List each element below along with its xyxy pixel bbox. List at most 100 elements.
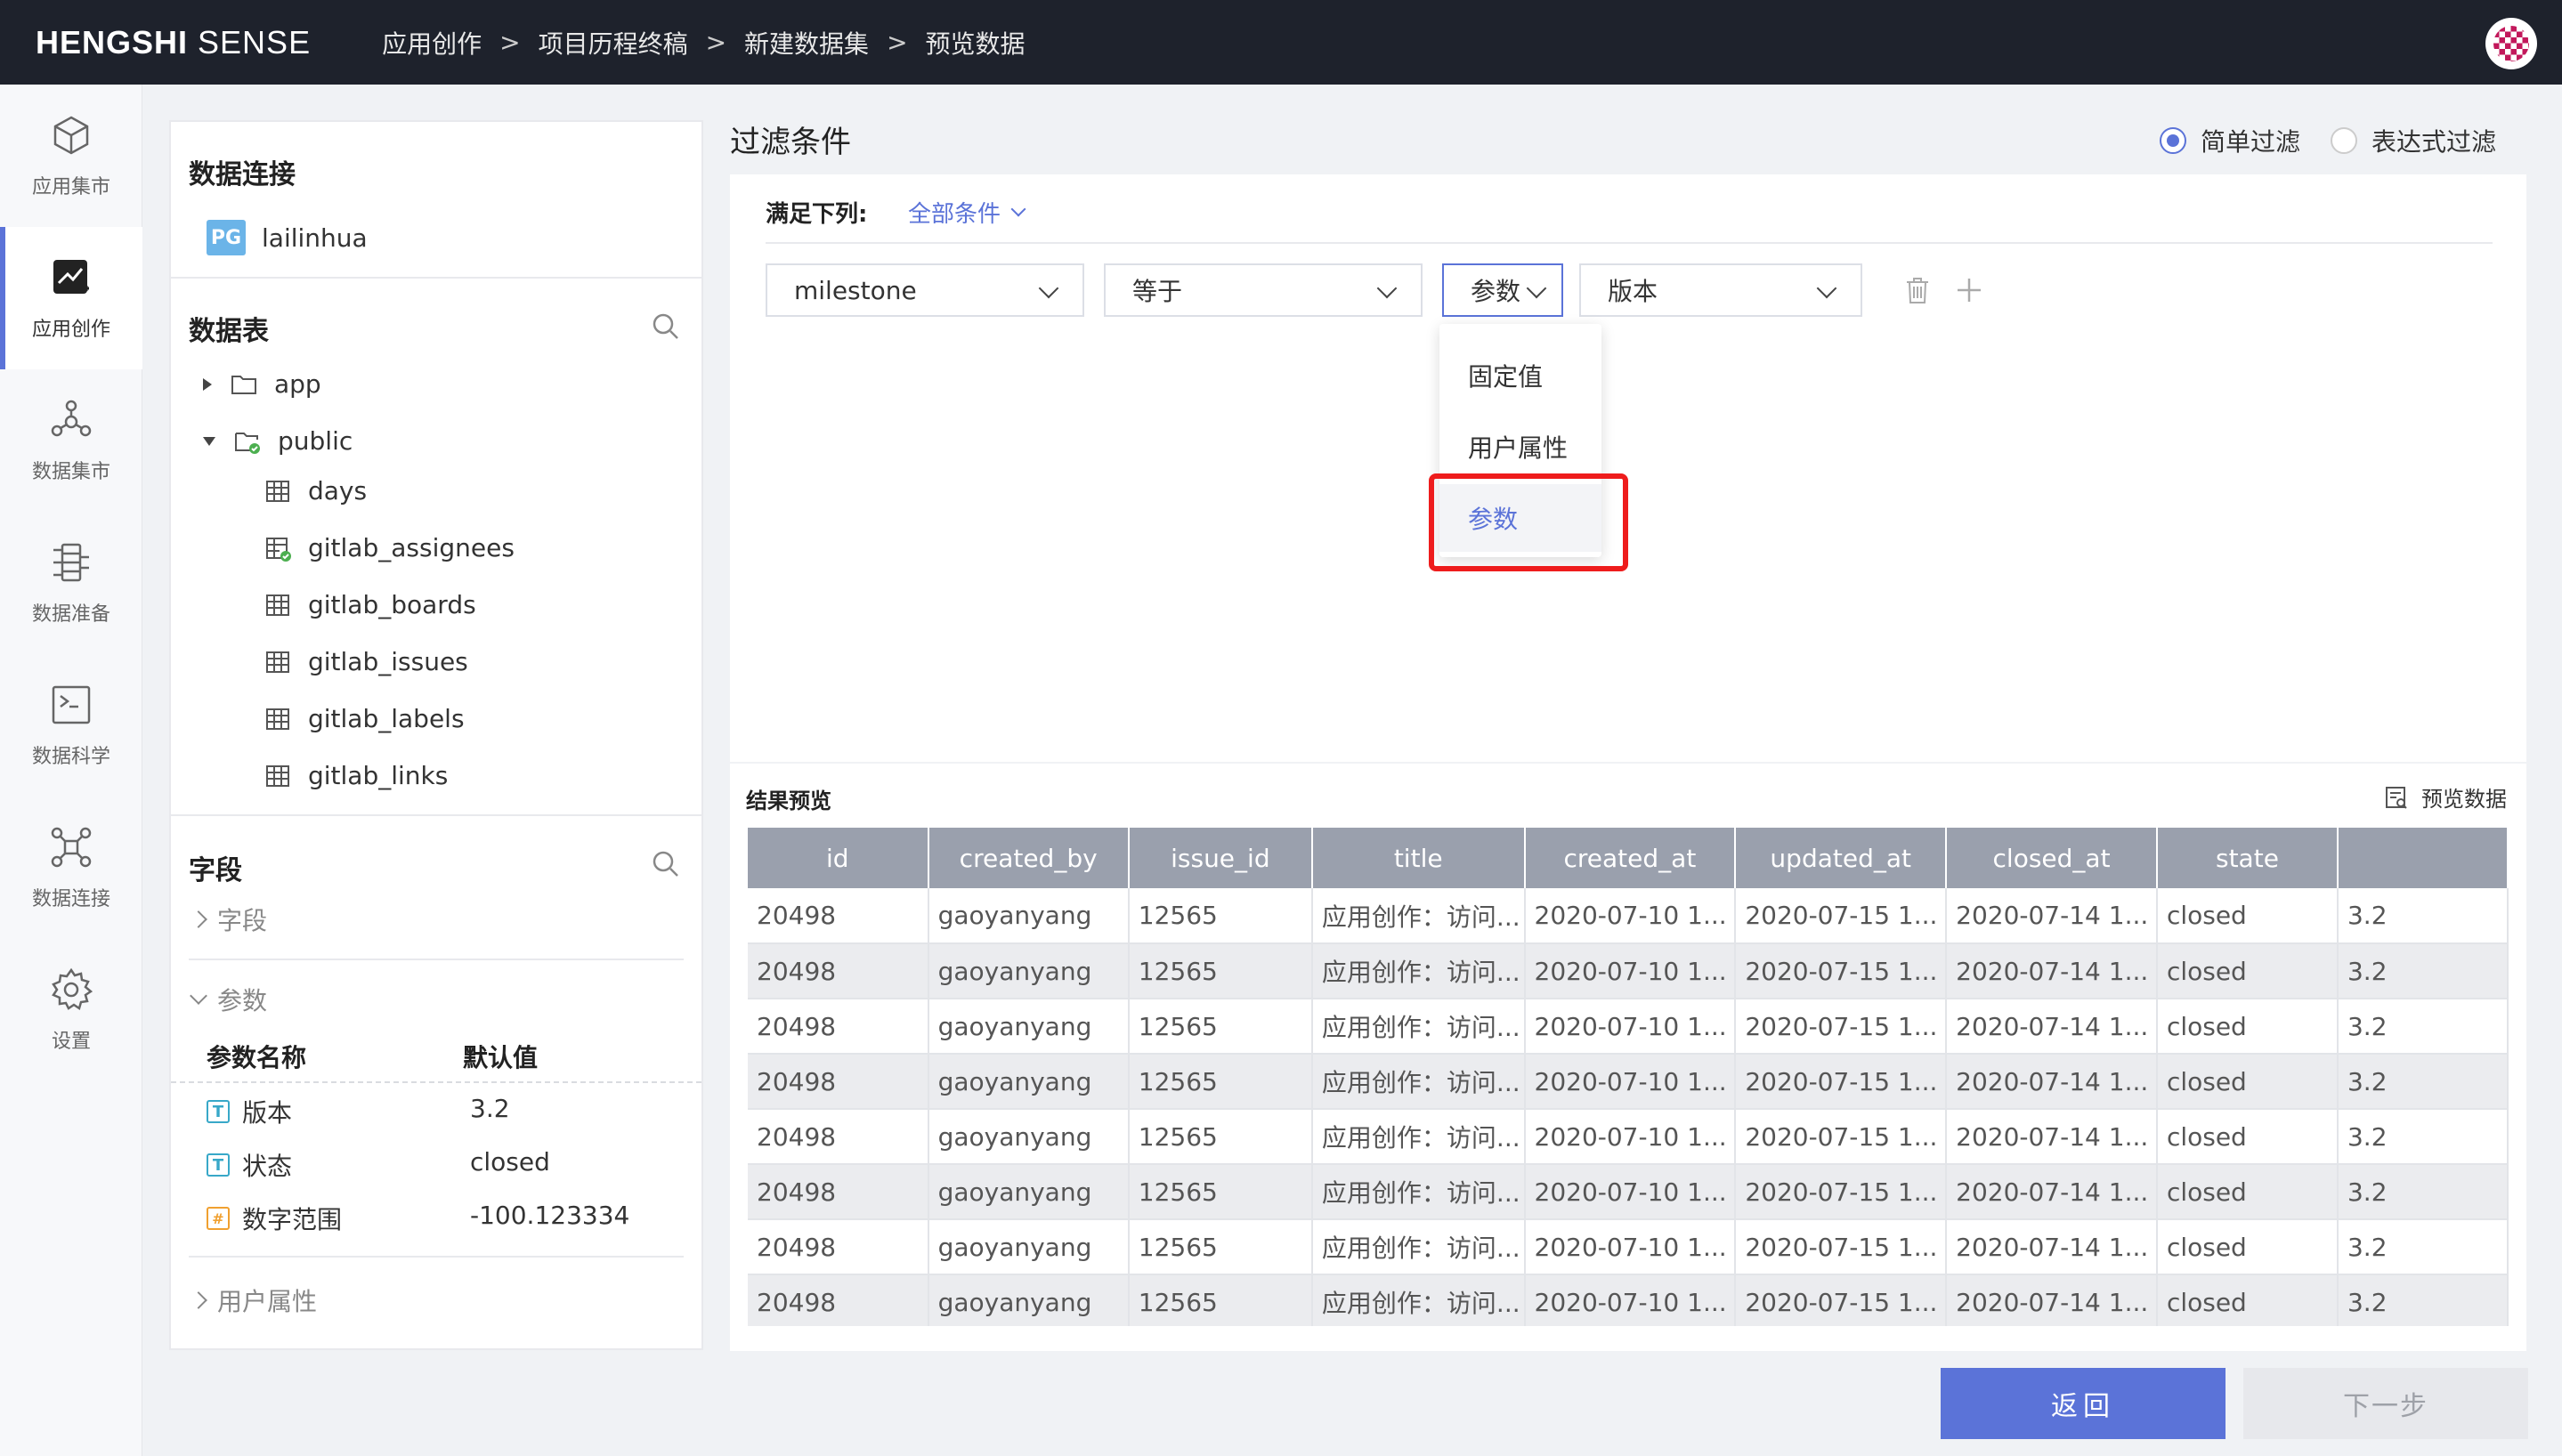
next-button[interactable]: 下一步 xyxy=(2243,1368,2528,1439)
radio-simple-filter[interactable]: 简单过滤 xyxy=(2160,123,2300,158)
search-icon[interactable] xyxy=(652,312,680,341)
breadcrumb-item[interactable]: 应用创作 xyxy=(382,25,482,61)
param-row[interactable]: T 状态 xyxy=(207,1147,292,1183)
preview-data-button[interactable]: 预览数据 xyxy=(2384,781,2507,813)
param-row[interactable]: T 版本 xyxy=(207,1094,292,1129)
column-header[interactable]: state xyxy=(2156,828,2339,888)
fields-title: 字段 xyxy=(189,855,242,886)
nav-label: 数据科学 xyxy=(31,746,110,768)
column-header[interactable]: title xyxy=(1311,828,1526,888)
result-table-viewport[interactable]: id created_by issue_id title created_at … xyxy=(748,828,2509,1326)
table-row[interactable]: 20498 gaoyanyang 12565 应用创作：访问... 2020-07-10… xyxy=(748,1109,2509,1165)
table-row[interactable]: 20498 gaoyanyang 12565 应用创作：访问... 2020-07-10… xyxy=(748,999,2509,1055)
table-cell: 2020-07-14 1... xyxy=(1946,999,2158,1055)
nav-app-market[interactable]: 应用集市 xyxy=(0,85,142,227)
tree-table-item[interactable]: gitlab_issues xyxy=(263,647,468,676)
avatar-pattern-icon xyxy=(2493,26,2529,61)
table-row[interactable]: 20498 gaoyanyang 12565 应用创作：访问... 2020-07-10… xyxy=(748,1274,2509,1326)
table-cell: 12565 xyxy=(1128,1164,1313,1220)
tree-label: gitlab_boards xyxy=(308,590,476,619)
table-row[interactable]: 20498 gaoyanyang 12565 应用创作：访问... 2020-07-10… xyxy=(748,1054,2509,1110)
tree-folder-public[interactable]: public xyxy=(203,426,353,456)
search-icon[interactable] xyxy=(652,850,680,878)
caret-down-icon[interactable] xyxy=(203,436,215,446)
table-cell: 2020-07-14 1... xyxy=(1946,888,2158,944)
table-cell: closed xyxy=(2156,1164,2339,1220)
avatar[interactable] xyxy=(2485,18,2537,69)
table-cell: 12565 xyxy=(1128,1054,1313,1110)
tree-folder-app[interactable]: app xyxy=(203,369,321,399)
breadcrumb-separator: > xyxy=(705,28,727,57)
table-cell: 2020-07-10 1... xyxy=(1524,1274,1737,1326)
satisfy-select[interactable]: 全部条件 xyxy=(908,196,1036,229)
radio-expression-filter[interactable]: 表达式过滤 xyxy=(2331,123,2496,158)
param-row[interactable]: # 数字范围 xyxy=(207,1201,342,1236)
operator-select[interactable]: 等于 xyxy=(1104,263,1423,317)
table-cell: 2020-07-15 1... xyxy=(1735,1164,1948,1220)
filter-card: 满足下列: 全部条件 xyxy=(730,174,2526,762)
table-cell: 2020-07-15 1... xyxy=(1735,888,1948,944)
table-row[interactable]: 20498 gaoyanyang 12565 应用创作：访问... 2020-07-10… xyxy=(748,1219,2509,1275)
nav-app-create[interactable]: 应用创作 xyxy=(0,227,142,369)
tree-table-item[interactable]: gitlab_boards xyxy=(263,590,476,619)
tree-table-item[interactable]: gitlab_labels xyxy=(263,704,465,733)
user-attr-section-toggle[interactable]: 用户属性 xyxy=(190,1282,317,1318)
field-select[interactable]: milestone xyxy=(766,263,1084,317)
nav-data-prep[interactable]: 数据准备 xyxy=(0,512,142,654)
value-select[interactable]: 版本 xyxy=(1579,263,1862,317)
column-header[interactable]: created_by xyxy=(928,828,1130,888)
result-title: 结果预览 xyxy=(746,789,831,813)
column-header[interactable]: created_at xyxy=(1524,828,1737,888)
column-header[interactable]: issue_id xyxy=(1128,828,1313,888)
table-cell: gaoyanyang xyxy=(928,1164,1130,1220)
brand-logo[interactable]: HENGSHI SENSE xyxy=(36,24,311,61)
fields-section-toggle[interactable]: 字段 xyxy=(190,902,267,937)
radio-checked-icon[interactable] xyxy=(2160,127,2186,154)
connection-item[interactable]: PG lailinhua xyxy=(207,220,368,255)
number-type-icon: # xyxy=(207,1207,230,1230)
nav-data-science[interactable]: 数据科学 xyxy=(0,654,142,797)
table-cell: 20498 xyxy=(748,1109,929,1165)
table-row[interactable]: 20498 gaoyanyang 12565 应用创作：访问... 2020-07-10… xyxy=(748,888,2509,944)
caret-right-icon[interactable] xyxy=(203,377,212,391)
dropdown-option-user-attr[interactable]: 用户属性 xyxy=(1439,413,1601,481)
radio-unchecked-icon[interactable] xyxy=(2331,127,2357,154)
back-button[interactable]: 返回 xyxy=(1941,1368,2226,1439)
table-cell: 2020-07-14 1... xyxy=(1946,1109,2158,1165)
tree-table-item[interactable]: gitlab_links xyxy=(263,761,448,790)
plus-icon[interactable] xyxy=(1955,276,1983,304)
breadcrumb-item[interactable]: 新建数据集 xyxy=(744,25,869,61)
table-cell: 3.2 xyxy=(2337,943,2509,999)
tree-table-item[interactable]: days xyxy=(263,476,367,506)
table-row[interactable]: 20498 gaoyanyang 12565 应用创作：访问... 2020-07-10… xyxy=(748,1164,2509,1220)
table-checked-icon xyxy=(266,537,291,562)
breadcrumb-item[interactable]: 项目历程终稿 xyxy=(539,25,688,61)
tree-table-item[interactable]: gitlab_assignees xyxy=(263,533,515,562)
params-section-toggle[interactable]: 参数 xyxy=(190,982,268,1017)
nav-data-market[interactable]: 数据集市 xyxy=(0,369,142,512)
table-row[interactable]: 20498 gaoyanyang 12565 应用创作：访问... 2020-07-10… xyxy=(748,943,2509,999)
table-cell: 12565 xyxy=(1128,888,1313,944)
breadcrumb-separator: > xyxy=(499,28,521,57)
column-header[interactable]: closed_at xyxy=(1946,828,2158,888)
trash-icon[interactable] xyxy=(1901,274,1934,306)
table-icon xyxy=(266,764,289,787)
select-value: 参数 xyxy=(1471,277,1521,306)
dropdown-option-fixed[interactable]: 固定值 xyxy=(1439,342,1601,409)
table-cell: gaoyanyang xyxy=(928,999,1130,1055)
column-header[interactable]: id xyxy=(748,828,929,888)
table-cell: 2020-07-10 1... xyxy=(1524,943,1737,999)
column-header[interactable] xyxy=(2337,828,2509,888)
section-label: 参数 xyxy=(217,986,268,1015)
folder-open-icon xyxy=(235,432,260,454)
table-cell: closed xyxy=(2156,1109,2339,1165)
nav-settings[interactable]: 设置 xyxy=(0,939,142,1081)
top-bar: HENGSHI SENSE 应用创作 > 项目历程终稿 > 新建数据集 > 预览… xyxy=(0,0,2562,85)
param-col-default: 默认值 xyxy=(463,1043,539,1072)
value-type-select[interactable]: 参数 xyxy=(1442,263,1563,317)
table-cell: 2020-07-10 1... xyxy=(1524,999,1737,1055)
column-header[interactable]: updated_at xyxy=(1735,828,1948,888)
satisfy-value: 全部条件 xyxy=(908,201,1001,228)
terminal-icon xyxy=(52,685,91,724)
nav-data-connect[interactable]: 数据连接 xyxy=(0,797,142,939)
